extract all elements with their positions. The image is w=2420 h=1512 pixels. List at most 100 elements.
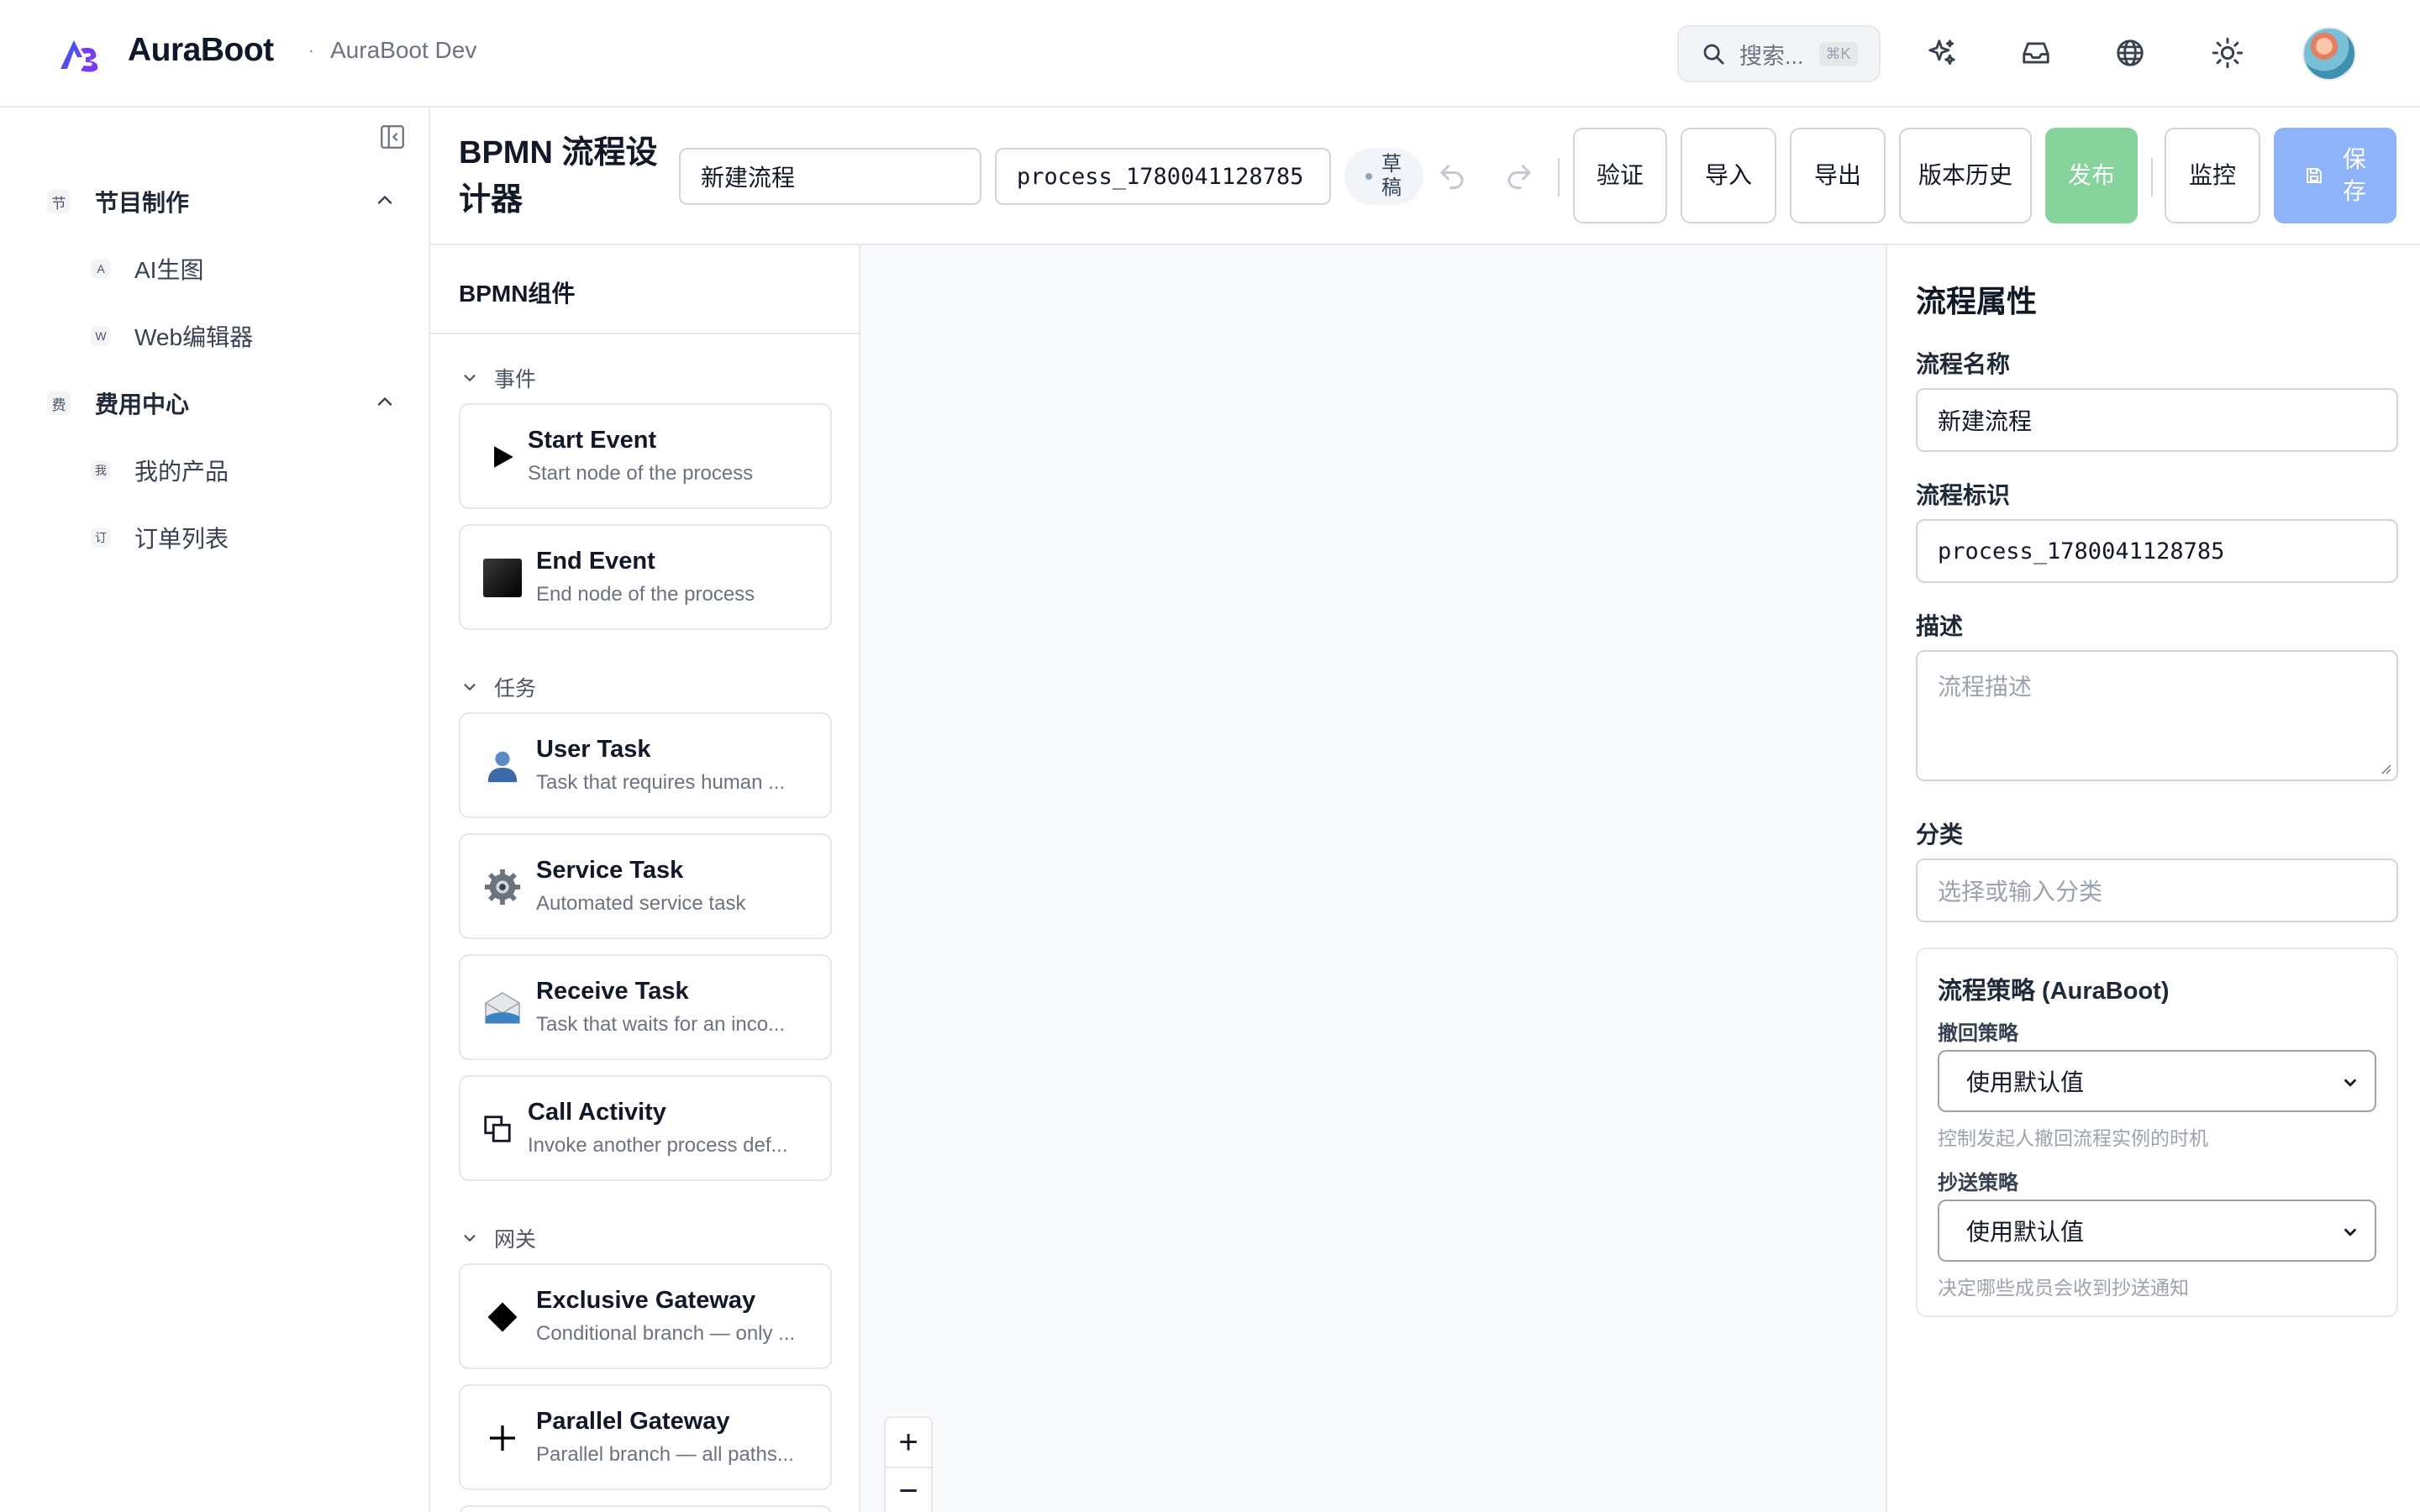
import-button[interactable]: 导入 (1681, 128, 1776, 223)
strategy-title: 流程策略 (AuraBoot) (1938, 978, 2170, 1005)
process-key-label: 流程标识 (1916, 482, 2011, 508)
zoom-in-button[interactable]: + (886, 1421, 931, 1463)
component-palette: BPMN组件 事件 Start Event Start node of the … (430, 245, 860, 1512)
process-name-field[interactable]: 新建流程 (1916, 388, 2398, 452)
zoom-out-button[interactable]: − (886, 1470, 931, 1512)
brand-name[interactable]: AuraBoot (128, 32, 274, 69)
section-label: 事件 (494, 368, 537, 391)
resize-handle-icon[interactable] (2378, 761, 2391, 774)
palette-item-service-task[interactable]: Service Task Automated service task (459, 833, 832, 939)
search-button[interactable]: 搜索... ⌘K (1677, 25, 1881, 82)
user-icon (482, 746, 523, 786)
process-strategy-card: 流程策略 (AuraBoot) 撤回策略 使用默认值 控制发起人撤回流程实例的时… (1916, 948, 2398, 1317)
description-placeholder: 流程描述 (1938, 674, 2033, 700)
palette-item-exclusive-gateway[interactable]: Exclusive Gateway Conditional branch — o… (459, 1263, 832, 1369)
sparkle-icon (1928, 39, 1955, 66)
palette-item-partial[interactable] (459, 1505, 832, 1512)
description-label: 描述 (1916, 613, 1964, 639)
version-history-button[interactable]: 版本历史 (1899, 128, 2032, 223)
process-name-label: 流程名称 (1916, 351, 2011, 377)
validate-button[interactable]: 验证 (1573, 128, 1667, 223)
chevron-down-icon (464, 1235, 476, 1242)
overlap-squares-icon (477, 1109, 518, 1149)
properties-title: 流程属性 (1916, 284, 2038, 318)
sidebar-item-order-list[interactable]: 订 订单列表 (91, 521, 229, 554)
palette-item-desc: Parallel branch — all paths... (536, 1443, 794, 1466)
chevron-down-icon (2344, 1228, 2356, 1236)
export-button[interactable]: 导出 (1790, 128, 1886, 223)
cc-strategy-help: 决定哪些成员会收到抄送通知 (1938, 1277, 2189, 1299)
sidebar-item-web-editor[interactable]: W Web编辑器 (91, 319, 253, 353)
palette-header: BPMN组件 (430, 245, 860, 334)
sidebar-item-label: 订单列表 (134, 526, 229, 552)
sidebar-item-ai-image[interactable]: A AI生图 (91, 252, 203, 286)
environment-label: AuraBoot Dev (330, 37, 477, 63)
sidebar-item-label: Web编辑器 (134, 324, 254, 350)
chevron-down-icon (464, 684, 476, 691)
bpmn-designer: BPMN 流程设计器 新建流程 process_1780041128785 草稿… (429, 108, 2420, 1512)
undo-icon[interactable] (1437, 161, 1467, 192)
palette-item-start-event[interactable]: Start Event Start node of the process (459, 403, 832, 509)
redo-icon[interactable] (1504, 161, 1534, 192)
save-button[interactable]: 保存 (2274, 128, 2396, 223)
palette-item-call-activity[interactable]: Call Activity Invoke another process def… (459, 1075, 832, 1181)
sidebar-group-label: 节目制作 (95, 190, 190, 216)
process-key-input[interactable]: process_1780041128785 (995, 148, 1331, 205)
inbox-button[interactable] (2017, 34, 2055, 72)
bpmn-canvas[interactable]: + − (860, 245, 1886, 1512)
language-button[interactable] (2111, 34, 2149, 72)
auraboot-logo-icon[interactable] (57, 34, 104, 74)
publish-button[interactable]: 发布 (2045, 128, 2138, 223)
palette-item-parallel-gateway[interactable]: Parallel Gateway Parallel branch — all p… (459, 1384, 832, 1490)
palette-item-desc: Conditional branch — only ... (536, 1322, 796, 1345)
search-icon (1703, 44, 1724, 65)
sidebar-group-billing-center[interactable]: 费 费用中心 (47, 386, 392, 420)
item-badge: W (91, 326, 111, 346)
process-name-input[interactable]: 新建流程 (679, 148, 981, 205)
sidebar-group-program-production[interactable]: 节 节目制作 (47, 185, 392, 218)
palette-item-end-event[interactable]: End Event End node of the process (459, 524, 832, 630)
palette-item-user-task[interactable]: User Task Task that requires human ... (459, 712, 832, 818)
section-tasks-toggle[interactable]: 任务 (460, 672, 536, 702)
palette-item-receive-task[interactable]: Receive Task Task that waits for an inco… (459, 954, 832, 1060)
item-badge: A (91, 259, 111, 279)
palette-item-name: Receive Task (536, 978, 689, 1005)
palette-item-name: User Task (536, 736, 651, 763)
group-badge: 费 (47, 391, 71, 415)
withdraw-strategy-select[interactable]: 使用默认值 (1938, 1050, 2376, 1112)
properties-panel: 流程属性 流程名称 新建流程 流程标识 process_178004112878… (1886, 245, 2420, 1512)
process-key-field[interactable]: process_1780041128785 (1916, 519, 2398, 583)
palette-item-name: Parallel Gateway (536, 1408, 730, 1435)
toolbar-divider (1558, 158, 1560, 197)
save-label: 保存 (2343, 146, 2367, 204)
plus-icon (482, 1418, 523, 1458)
category-label: 分类 (1916, 822, 1964, 848)
envelope-icon (482, 988, 523, 1028)
cc-strategy-value: 使用默认值 (1966, 1219, 2085, 1245)
monitor-button[interactable]: 监控 (2165, 128, 2260, 223)
description-textarea[interactable]: 流程描述 (1916, 650, 2398, 781)
sidebar: 节 节目制作 A AI生图 W Web编辑器 费 费用中心 我 我的产品 订 订… (0, 108, 429, 1512)
search-placeholder: 搜索... (1739, 43, 1804, 69)
section-events-toggle[interactable]: 事件 (460, 363, 536, 393)
section-gateways-toggle[interactable]: 网关 (460, 1223, 536, 1253)
status-label: 草稿 (1381, 153, 1402, 199)
category-combobox[interactable]: 选择或输入分类 (1916, 858, 2398, 922)
sidebar-item-label: AI生图 (134, 257, 204, 283)
user-avatar[interactable] (2302, 27, 2356, 81)
palette-item-name: Call Activity (528, 1099, 666, 1126)
chevron-up-icon[interactable] (373, 390, 397, 413)
theme-toggle-button[interactable] (2208, 34, 2247, 72)
cc-strategy-select[interactable]: 使用默认值 (1938, 1200, 2376, 1262)
palette-item-name: Start Event (528, 427, 657, 454)
ai-assistant-button[interactable] (1923, 34, 1961, 72)
sidebar-collapse-icon[interactable] (378, 123, 407, 151)
gear-icon (482, 867, 523, 907)
black-square-icon (482, 558, 523, 598)
designer-toolbar: BPMN 流程设计器 新建流程 process_1780041128785 草稿… (430, 108, 2420, 245)
status-dot (1365, 173, 1372, 180)
chevron-up-icon[interactable] (373, 188, 397, 212)
palette-item-desc: Invoke another process def... (528, 1134, 788, 1157)
sidebar-item-my-products[interactable]: 我 我的产品 (91, 454, 229, 487)
palette-item-desc: Automated service task (536, 892, 746, 915)
